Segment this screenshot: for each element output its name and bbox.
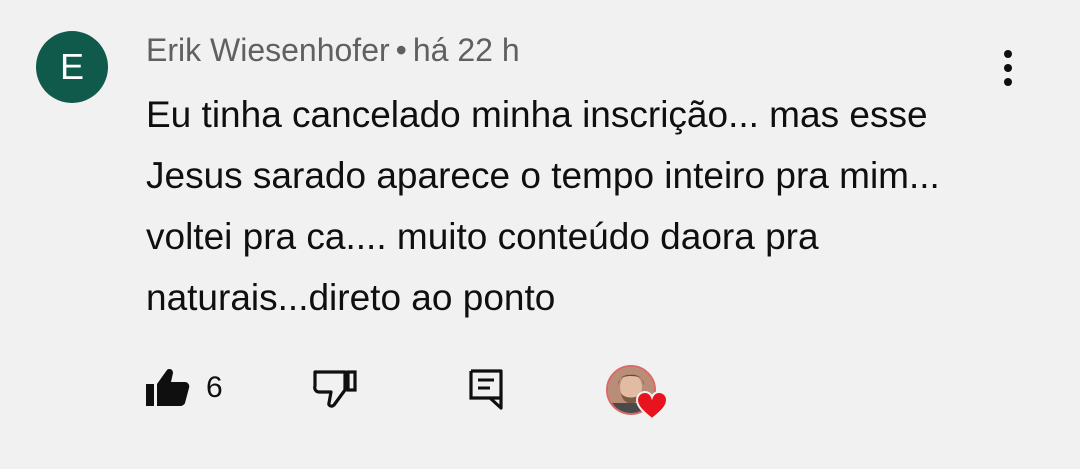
meta-separator: •	[395, 32, 407, 68]
comment-text: Eu tinha cancelado minha inscrição... ma…	[146, 94, 940, 318]
thumbs-down-icon	[313, 370, 357, 408]
comment-reply-icon	[469, 369, 503, 410]
author-name[interactable]: Erik Wiesenhofer	[146, 32, 390, 68]
comment-item: E Erik Wiesenhofer • há 22 h Eu tinha canc…	[0, 0, 1080, 469]
comment-meta: Erik Wiesenhofer • há 22 h	[146, 32, 520, 69]
avatar-letter: E	[59, 46, 84, 87]
like-button[interactable]: 6	[146, 368, 223, 408]
author-avatar[interactable]: E	[36, 31, 108, 103]
reply-button[interactable]	[468, 368, 504, 410]
more-options-button[interactable]	[988, 44, 1028, 92]
like-count: 6	[206, 371, 223, 404]
comment-time[interactable]: há 22 h	[413, 32, 520, 68]
thumbs-up-icon	[146, 369, 190, 406]
dislike-button[interactable]	[312, 368, 358, 408]
more-vert-icon	[1004, 50, 1012, 86]
comment-actions: 6	[0, 360, 1080, 423]
heart-icon	[636, 391, 668, 421]
creator-heart-badge	[606, 365, 670, 423]
